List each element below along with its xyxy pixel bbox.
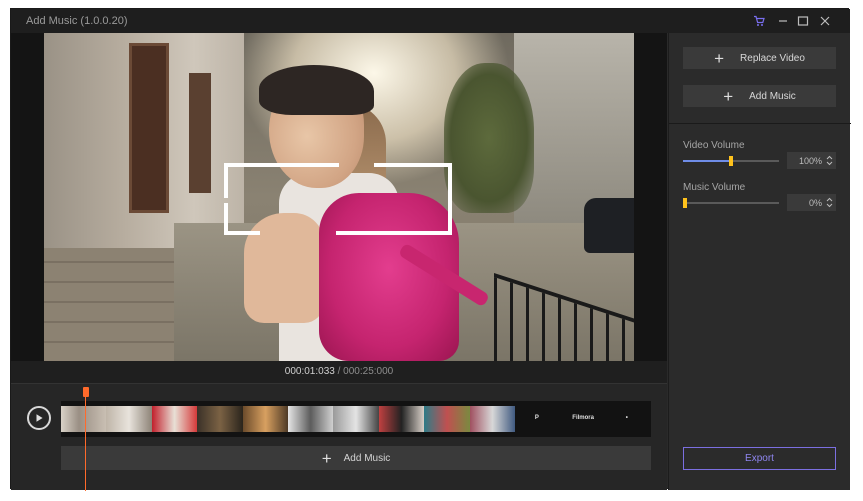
cart-icon[interactable] [750, 12, 768, 30]
thumbnail [424, 406, 470, 432]
thumbnail: P [515, 406, 560, 432]
scene-cap [259, 65, 374, 115]
plus-icon: + [714, 48, 725, 68]
thumbnail: Filmora [560, 406, 605, 432]
thumbnail-logo-text: P [534, 415, 539, 421]
thumbnail [287, 406, 334, 432]
stepper-arrows-icon[interactable] [826, 197, 833, 208]
video-volume-fill [683, 160, 731, 162]
time-separator: / [334, 366, 344, 377]
music-volume-slider[interactable] [683, 198, 779, 208]
add-music-button[interactable]: + Add Music [683, 85, 836, 107]
thumbnail: • [606, 406, 651, 432]
music-volume-stepper[interactable]: 0% [787, 194, 836, 211]
video-preview-area [11, 33, 667, 361]
focus-frame-overlay [224, 163, 452, 235]
timecode-display: 000:01:033 / 000:25:000 [11, 361, 667, 383]
current-time: 000:01:033 [284, 366, 335, 377]
video-volume-slider[interactable] [683, 156, 779, 166]
thumbnail [197, 406, 243, 432]
maximize-icon[interactable] [794, 12, 812, 30]
video-thumbnail-strip[interactable]: P Filmora • [61, 401, 651, 437]
thumbnail-logo-text: • [625, 415, 628, 421]
plus-icon: + [321, 448, 332, 468]
panel-divider [669, 123, 851, 124]
timeline: P Filmora • + Add Music [11, 383, 667, 491]
settings-panel: + Replace Video + Add Music Video Volume… [668, 33, 851, 490]
thumbnail [378, 406, 425, 432]
add-music-track-button[interactable]: + Add Music [61, 446, 651, 470]
thumbnail [106, 406, 152, 432]
play-icon [36, 414, 43, 422]
play-button[interactable] [27, 406, 51, 430]
export-button[interactable]: Export [683, 447, 836, 470]
thumbnail-logo-text: Filmora [572, 415, 594, 421]
music-volume-label: Music Volume [683, 182, 746, 193]
add-music-label: Add Music [749, 90, 796, 102]
stepper-arrows-icon[interactable] [826, 155, 833, 166]
video-volume-knob[interactable] [729, 156, 733, 166]
total-time: 000:25:000 [343, 366, 394, 377]
minimize-icon[interactable] [774, 12, 792, 30]
export-label: Export [745, 453, 774, 464]
add-music-window: Add Music (1.0.0.20) 000:01:033 / 000:25… [10, 8, 851, 491]
music-volume-value: 0% [808, 197, 822, 208]
replace-video-button[interactable]: + Replace Video [683, 47, 836, 69]
video-volume-value: 100% [798, 155, 822, 166]
video-preview[interactable] [44, 33, 634, 361]
playhead-line [85, 396, 86, 491]
window-title: Add Music (1.0.0.20) [26, 15, 128, 27]
scene-tree [444, 63, 534, 213]
title-bar: Add Music (1.0.0.20) [11, 9, 850, 33]
add-music-track-label: Add Music [343, 452, 391, 464]
close-icon[interactable] [816, 12, 834, 30]
scene-car [584, 198, 634, 253]
thumbnail [61, 406, 107, 432]
thumbnail [242, 406, 288, 432]
replace-video-label: Replace Video [740, 52, 805, 64]
video-volume-stepper[interactable]: 100% [787, 152, 836, 169]
playhead-handle[interactable] [83, 387, 89, 397]
plus-icon: + [723, 86, 734, 106]
video-volume-label: Video Volume [683, 140, 745, 151]
thumbnail [333, 406, 379, 432]
thumbnail [469, 406, 515, 432]
music-volume-knob[interactable] [683, 198, 687, 208]
thumbnail [151, 406, 198, 432]
